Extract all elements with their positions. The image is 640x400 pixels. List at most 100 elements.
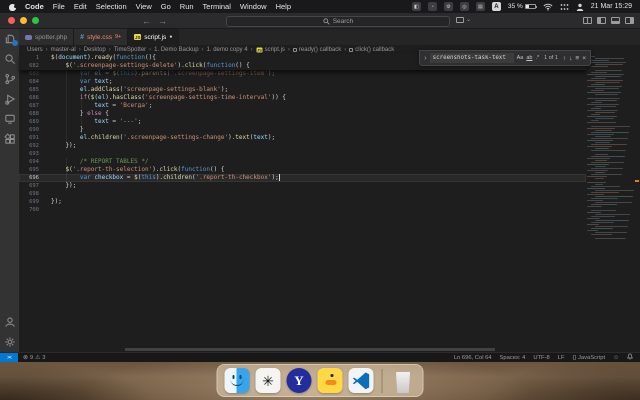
- encoding-status[interactable]: UTF-8: [533, 355, 549, 361]
- apple-menu-icon[interactable]: [8, 3, 17, 11]
- input-source-icon[interactable]: A: [491, 2, 501, 11]
- code-line-683[interactable]: 683 var el = $(this).parents('.screenpag…: [19, 70, 586, 78]
- dock-cyberduck-icon[interactable]: [317, 368, 343, 393]
- notifications-bell-icon[interactable]: [626, 353, 634, 362]
- menu-file[interactable]: File: [53, 2, 65, 11]
- scrollbar-thumb[interactable]: [125, 348, 495, 351]
- close-window-button[interactable]: [8, 17, 15, 24]
- command-center-search[interactable]: Search: [226, 15, 450, 27]
- breadcrumb-item[interactable]: click() callback: [349, 47, 394, 53]
- code-line-692[interactable]: 692 });: [19, 142, 586, 150]
- control-center-icon[interactable]: [560, 3, 569, 11]
- breadcrumb-item[interactable]: Desktop: [84, 47, 106, 53]
- toggle-secondary-sidebar-icon[interactable]: [625, 17, 634, 24]
- code-line-696[interactable]: 696 var checkbox = $(this).children('.re…: [19, 174, 586, 182]
- go-back-icon[interactable]: ←: [142, 13, 151, 29]
- breadcrumb-item[interactable]: 1. demo copy 4: [207, 47, 248, 53]
- menu-view[interactable]: View: [136, 2, 152, 11]
- settings-gear-icon[interactable]: [3, 335, 17, 348]
- tab-script.js[interactable]: JS script.js ●: [128, 29, 180, 45]
- menu-terminal[interactable]: Terminal: [203, 2, 231, 11]
- dock-vscode-icon[interactable]: [348, 368, 374, 393]
- breadcrumb-item[interactable]: 1. Demo Backup: [154, 47, 198, 53]
- next-match-icon[interactable]: ↓: [569, 55, 572, 62]
- code-line-697[interactable]: 697 });: [19, 182, 586, 190]
- tab-spotter.php[interactable]: spotter.php: [19, 29, 75, 45]
- minimize-window-button[interactable]: [20, 17, 27, 24]
- user-menu-icon[interactable]: [576, 3, 584, 11]
- explorer-icon[interactable]: [3, 32, 18, 46]
- indentation-status[interactable]: Spaces: 4: [500, 355, 526, 361]
- status-menu-icon-2[interactable]: ◔: [427, 2, 437, 11]
- menu-selection[interactable]: Selection: [96, 2, 127, 11]
- menubar-clock[interactable]: 21 Mar 15:29: [591, 3, 632, 10]
- problems-status[interactable]: ⊗ 9 ⚠ 3: [23, 355, 46, 361]
- screen-device-menu[interactable]: ⌄: [456, 16, 471, 23]
- toggle-panel-icon[interactable]: [611, 17, 620, 24]
- horizontal-scrollbar[interactable]: [19, 347, 640, 352]
- remote-indicator[interactable]: ><: [0, 353, 18, 362]
- status-menu-icon-1[interactable]: ◧: [411, 2, 421, 11]
- language-status[interactable]: {} JavaScript: [573, 355, 606, 361]
- code-line-686[interactable]: 686 if($(el).hasClass('screenpage-settin…: [19, 94, 586, 102]
- extensions-icon[interactable]: [3, 132, 17, 145]
- minimap[interactable]: [587, 56, 634, 240]
- go-forward-icon[interactable]: →: [158, 13, 167, 29]
- code-line-694[interactable]: 694 /* REPORT TABLES */: [19, 158, 586, 166]
- whole-word-icon[interactable]: ab: [526, 55, 532, 61]
- close-find-icon[interactable]: ×: [582, 55, 586, 62]
- find-input[interactable]: [429, 53, 514, 63]
- cursor-position[interactable]: Ln 696, Col 64: [454, 355, 492, 361]
- previous-match-icon[interactable]: ↑: [563, 55, 566, 62]
- dock-chatgpt-icon[interactable]: ✳: [255, 368, 281, 393]
- code-line-688[interactable]: 688 } else {: [19, 110, 586, 118]
- status-menu-icon-4[interactable]: ▤: [475, 2, 485, 11]
- code-line-698[interactable]: 698: [19, 190, 586, 198]
- modified-dot-icon[interactable]: ●: [169, 34, 172, 40]
- account-icon[interactable]: [3, 315, 17, 328]
- code-line-699[interactable]: 699});: [19, 198, 586, 206]
- menu-help[interactable]: Help: [276, 2, 291, 11]
- code-line-685[interactable]: 685 el.addClass('screenpage-settings-bla…: [19, 86, 586, 94]
- menu-window[interactable]: Window: [240, 2, 267, 11]
- code-line-684[interactable]: 684 var text;: [19, 78, 586, 86]
- dock-yandex-browser-icon[interactable]: Y: [286, 368, 312, 393]
- status-menu-gear-icon[interactable]: ⚙: [443, 2, 453, 11]
- tab-style.css[interactable]: # style.css 9+: [74, 29, 129, 45]
- match-case-icon[interactable]: Aa: [517, 55, 524, 61]
- wifi-icon[interactable]: [543, 3, 553, 11]
- breadcrumb-item[interactable]: JS script.js: [256, 47, 285, 53]
- battery-indicator[interactable]: 35 %: [508, 3, 537, 10]
- breadcrumb-item[interactable]: ready() callback: [292, 47, 341, 53]
- toggle-primary-sidebar-icon[interactable]: [597, 17, 606, 24]
- breadcrumb-item[interactable]: TimeSpotter: [114, 47, 146, 53]
- search-sidebar-icon[interactable]: [3, 52, 17, 65]
- find-in-selection-icon[interactable]: ≡: [575, 55, 579, 62]
- remote-explorer-icon[interactable]: [3, 112, 17, 125]
- menu-run[interactable]: Run: [180, 2, 194, 11]
- breadcrumb-item[interactable]: Users: [27, 47, 43, 53]
- dock-finder-icon[interactable]: [224, 368, 250, 393]
- app-menu-code[interactable]: Code: [25, 2, 44, 11]
- menu-go[interactable]: Go: [161, 2, 171, 11]
- menu-edit[interactable]: Edit: [74, 2, 87, 11]
- code-line-693[interactable]: 693: [19, 150, 586, 158]
- eol-status[interactable]: LF: [558, 355, 565, 361]
- code-line-687[interactable]: 687 text = 'Всегда';: [19, 102, 586, 110]
- zoom-window-button[interactable]: [32, 17, 39, 24]
- feedback-icon[interactable]: ☺: [613, 355, 619, 361]
- dock-trash-icon[interactable]: [391, 368, 416, 393]
- code-line-695[interactable]: 695 $('.report-th-selection').click(func…: [19, 166, 586, 174]
- code-line-691[interactable]: 691 el.children('.screenpage-settings-ch…: [19, 134, 586, 142]
- find-expand-chevron-icon[interactable]: ›: [424, 55, 426, 62]
- source-control-icon[interactable]: [3, 72, 17, 85]
- editor[interactable]: 1 $(document).ready(function(){682 $('.sc…: [19, 50, 640, 347]
- code-line-689[interactable]: 689 text = '---';: [19, 118, 586, 126]
- breadcrumb-item[interactable]: master-al: [51, 47, 76, 53]
- regex-icon[interactable]: .*: [535, 55, 539, 61]
- code-line-700[interactable]: 700: [19, 206, 586, 214]
- customize-layout-icon[interactable]: [583, 17, 592, 24]
- run-debug-icon[interactable]: [3, 92, 17, 105]
- status-menu-icon-3[interactable]: ◎: [459, 2, 469, 11]
- code-line-690[interactable]: 690 }: [19, 126, 586, 134]
